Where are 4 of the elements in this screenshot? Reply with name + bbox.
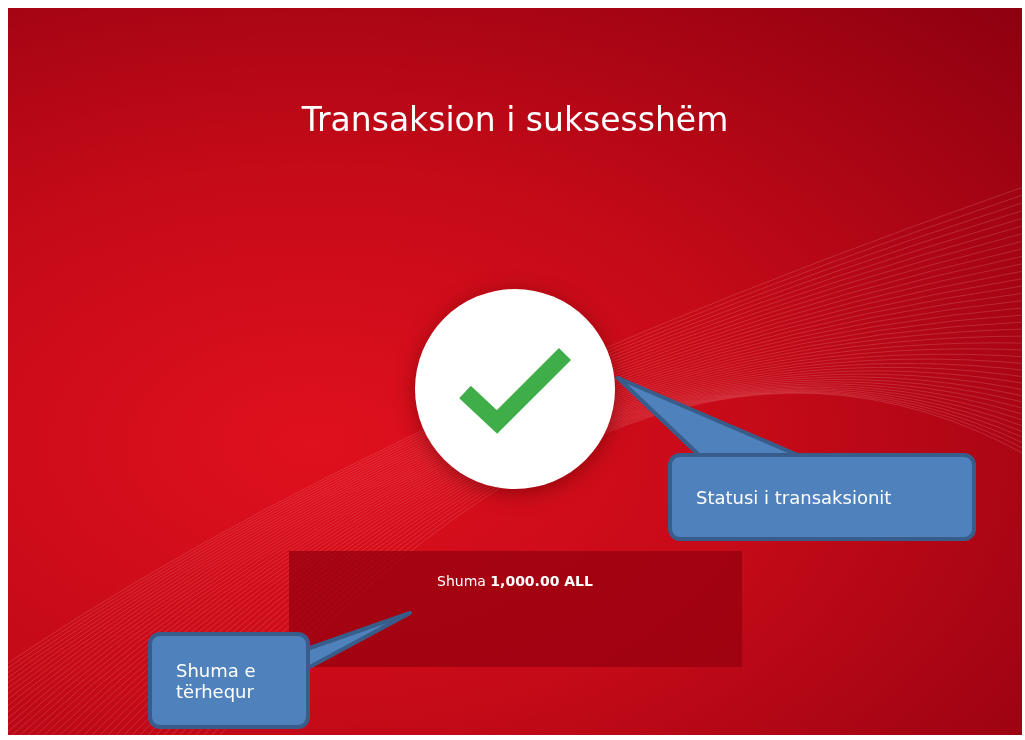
amount-text: Shuma 1,000.00 ALL <box>437 573 593 589</box>
callout: Shuma e tërhequr <box>148 632 310 729</box>
screen-title: Transaksion i suksesshëm <box>301 100 729 139</box>
callout: Statusi i transaksionit <box>668 453 976 541</box>
